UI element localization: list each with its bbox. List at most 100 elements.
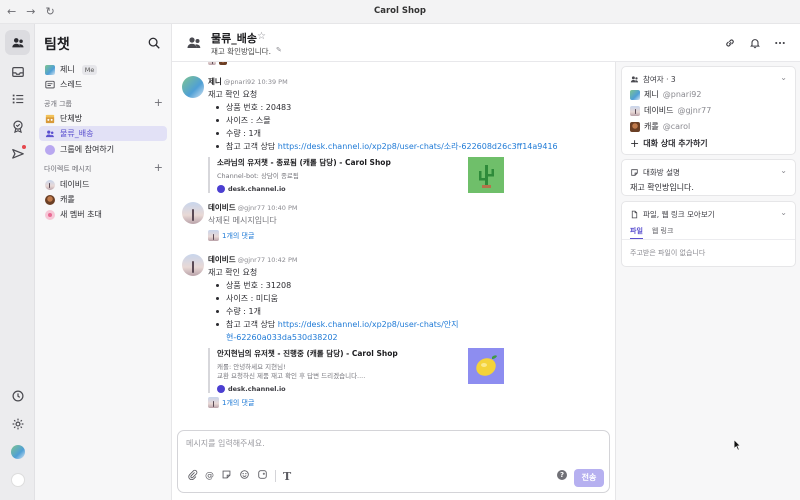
sidebar-item-dm-carol[interactable]: 캐롤 bbox=[39, 192, 167, 207]
teamchat-nav-icon[interactable] bbox=[5, 30, 30, 55]
files-tabs: 파일 웹 링크 bbox=[630, 226, 673, 239]
link-preview-card[interactable]: 소라님의 유저챗 - 종료됨 (캐롤 담당) - Carol Shop Chan… bbox=[208, 157, 504, 193]
public-groups-heading: 공개 그룹 bbox=[44, 100, 72, 108]
sidebar-item-join-group[interactable]: 그룹에 참여하기 bbox=[39, 142, 167, 157]
message-bullets: 상품 번호 : 31208 사이즈 : 미디움 수량 : 1개 참고 고객 상담… bbox=[208, 279, 598, 344]
composer-toolbar: @ T bbox=[187, 469, 291, 483]
participants-card: 참여자 · 3 ⌄ 제니 @pnari92 데이비드 @gjnr77 캐롤 @caro… bbox=[621, 66, 796, 155]
message-bullets: 상품 번호 : 20483 사이즈 : 스몰 수량 : 1개 참고 고객 상담 … bbox=[208, 101, 598, 153]
message-author: 제니 bbox=[208, 77, 222, 86]
attach-icon[interactable] bbox=[187, 469, 198, 483]
send-nav-icon[interactable] bbox=[5, 141, 30, 166]
participant-row[interactable]: 제니 @pnari92 bbox=[630, 89, 701, 100]
emoji-icon[interactable] bbox=[239, 469, 250, 483]
preview-site: desk.channel.io bbox=[217, 185, 504, 193]
star-icon[interactable]: ☆ bbox=[257, 31, 266, 42]
mention-icon[interactable]: @ bbox=[205, 471, 214, 481]
chat-info-panel: 참여자 · 3 ⌄ 제니 @pnari92 데이비드 @gjnr77 캐롤 @caro… bbox=[615, 62, 800, 500]
edit-icon[interactable]: ✎ bbox=[276, 46, 282, 54]
message-meta: @pnari92 10:39 PM bbox=[223, 78, 288, 86]
search-icon[interactable] bbox=[147, 36, 161, 50]
channel-favicon-icon bbox=[217, 185, 225, 193]
add-group-icon[interactable]: + bbox=[154, 97, 163, 108]
description-card: 대화방 설명 ⌄ 재고 확인방입니다. bbox=[621, 159, 796, 196]
cactus-thumbnail bbox=[468, 157, 504, 193]
window-titlebar: ← → ↻ Carol Shop bbox=[0, 0, 800, 24]
settings-nav-icon[interactable] bbox=[5, 411, 30, 436]
message-composer[interactable]: 메시지를 입력해주세요. @ T ? 전송 bbox=[177, 430, 610, 493]
participant-row[interactable]: 데이비드 @gjnr77 bbox=[630, 105, 711, 116]
badge-nav-icon[interactable] bbox=[5, 113, 30, 138]
user-avatar bbox=[10, 444, 25, 459]
sidebar-item-label: 캐롤 bbox=[60, 195, 75, 204]
david-avatar bbox=[182, 254, 204, 276]
sidebar-item-threads[interactable]: 스레드 bbox=[39, 77, 167, 92]
teamchat-sidebar: 팀챗 제니 Me 스레드 공개 그룹 + 단체방 물류_배송 그룹에 참여하기 … bbox=[35, 24, 172, 500]
preview-desc: Channel-bot: 상담이 종료됨 bbox=[217, 172, 299, 180]
participant-row[interactable]: 캐롤 @carol bbox=[630, 121, 690, 132]
workspace-logo-icon bbox=[10, 472, 25, 487]
note-icon bbox=[631, 169, 638, 176]
sidebar-item-label: 물류_배송 bbox=[60, 129, 94, 138]
preview-site: desk.channel.io bbox=[217, 385, 504, 393]
send-button[interactable]: 전송 bbox=[574, 469, 604, 487]
chat-description: 재고 확인방입니다. bbox=[211, 47, 271, 56]
lemon-thumbnail bbox=[468, 348, 504, 384]
sidebar-item-dm-david[interactable]: 데이비드 bbox=[39, 177, 167, 192]
me-badge: Me bbox=[81, 64, 98, 75]
link-preview-card[interactable]: 안지현님의 유저챗 - 진행중 (캐롤 담당) - Carol Shop 캐롤:… bbox=[208, 348, 504, 393]
chat-title: 물류_배송 bbox=[211, 32, 257, 45]
sidebar-item-group-logistics[interactable]: 물류_배송 bbox=[39, 126, 167, 141]
sidebar-item-label: 그룹에 참여하기 bbox=[60, 145, 115, 154]
add-participant-button[interactable]: + 대화 상대 추가하기 bbox=[630, 137, 708, 150]
chat-link[interactable]: https://desk.channel.io/xp2p8/user-chats… bbox=[278, 142, 558, 151]
replies-link[interactable]: 1개의 댓글 bbox=[208, 397, 598, 408]
chat-link[interactable]: https://desk.channel.io/xp2p8/user-chats… bbox=[278, 320, 459, 329]
tab-web-links[interactable]: 웹 링크 bbox=[652, 226, 674, 239]
gif-icon[interactable] bbox=[257, 469, 268, 483]
more-icon[interactable] bbox=[773, 36, 786, 49]
bell-icon[interactable] bbox=[748, 36, 761, 49]
preview-desc: 교환 요청하신 제품 재고 확인 후 답변 드리겠습니다.... bbox=[217, 372, 366, 380]
inbox-nav-icon[interactable] bbox=[5, 59, 30, 84]
carol-avatar bbox=[44, 194, 55, 205]
message-text: 삭제된 메시지입니다 bbox=[208, 216, 277, 225]
text-format-icon[interactable]: T bbox=[283, 470, 291, 483]
bullet-item: 참고 고객 상담 https://desk.channel.io/xp2p8/u… bbox=[208, 140, 598, 153]
empty-files-message: 주고받은 파일이 없습니다 bbox=[630, 249, 706, 257]
chat-link-continued[interactable]: 현-62260a033da530d38202 bbox=[226, 333, 338, 342]
message-input[interactable]: 메시지를 입력해주세요. bbox=[186, 438, 265, 449]
chevron-down-icon[interactable]: ⌄ bbox=[780, 73, 787, 82]
message-item[interactable]: 데이비드 @gjnr77 10:40 PM 삭제된 메시지입니다 1개의 댓글 bbox=[182, 202, 602, 242]
message-item[interactable]: 제니 @pnari92 10:39 PM 재고 확인 요청 상품 번호 : 204… bbox=[182, 76, 602, 211]
add-dm-icon[interactable]: + bbox=[154, 162, 163, 173]
help-icon[interactable]: ? bbox=[557, 470, 567, 480]
workspace-avatar[interactable] bbox=[5, 467, 30, 492]
profile-avatar[interactable] bbox=[5, 439, 30, 464]
join-group-icon bbox=[44, 144, 55, 155]
sidebar-item-me[interactable]: 제니 Me bbox=[39, 62, 167, 77]
sidebar-item-group-all[interactable]: 단체방 bbox=[39, 111, 167, 126]
thread-icon bbox=[44, 79, 55, 90]
chevron-down-icon[interactable]: ⌄ bbox=[780, 166, 787, 175]
sidebar-item-label: 스레드 bbox=[60, 80, 83, 89]
tab-files[interactable]: 파일 bbox=[630, 226, 643, 239]
sidebar-item-invite-member[interactable]: 새 멤버 초대 bbox=[39, 207, 167, 222]
description-heading: 대화방 설명 bbox=[643, 168, 680, 177]
prev-message-fragment bbox=[208, 62, 230, 65]
group-icon bbox=[187, 37, 201, 48]
list-nav-icon[interactable] bbox=[5, 86, 30, 111]
sticker-icon[interactable] bbox=[221, 469, 232, 483]
message-item[interactable]: 데이비드 @gjnr77 10:42 PM 재고 확인 요청 상품 번호 : 31… bbox=[182, 254, 602, 408]
link-icon[interactable] bbox=[723, 36, 736, 49]
preview-title: 안지현님의 유저챗 - 진행중 (캐롤 담당) - Carol Shop bbox=[217, 349, 398, 358]
files-card: 파일, 웹 링크 모아보기 ⌄ 파일 웹 링크 주고받은 파일이 없습니다 bbox=[621, 201, 796, 267]
channel-favicon-icon bbox=[217, 385, 225, 393]
message-author: 데이비드 bbox=[208, 203, 236, 212]
bullet-item: 상품 번호 : 31208 bbox=[208, 279, 598, 292]
jenny-avatar bbox=[182, 76, 204, 98]
sidebar-item-label: 새 멤버 초대 bbox=[60, 210, 102, 219]
history-nav-icon[interactable] bbox=[5, 383, 30, 408]
replies-link[interactable]: 1개의 댓글 bbox=[208, 230, 598, 241]
chevron-down-icon[interactable]: ⌄ bbox=[780, 208, 787, 217]
